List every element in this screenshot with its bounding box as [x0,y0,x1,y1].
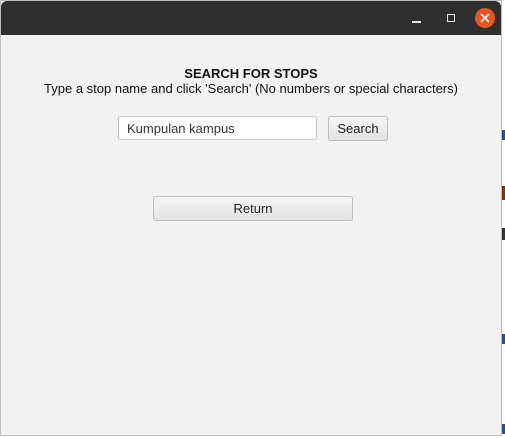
search-button[interactable]: Search [328,116,388,141]
minimize-icon [411,20,421,23]
minimize-button[interactable] [406,8,426,28]
stop-search-window: SEARCH FOR STOPS Type a stop name and cl… [0,0,502,436]
close-icon [480,13,490,23]
return-button[interactable]: Return [153,196,353,221]
close-button[interactable] [475,8,495,28]
instructions-text: Type a stop name and click 'Search' (No … [44,81,458,96]
page-title: SEARCH FOR STOPS [184,66,318,81]
stop-search-input[interactable] [118,116,317,140]
maximize-button[interactable] [441,8,461,28]
window-content: SEARCH FOR STOPS Type a stop name and cl… [1,35,501,437]
window-titlebar[interactable] [1,1,501,35]
maximize-icon [447,14,455,22]
